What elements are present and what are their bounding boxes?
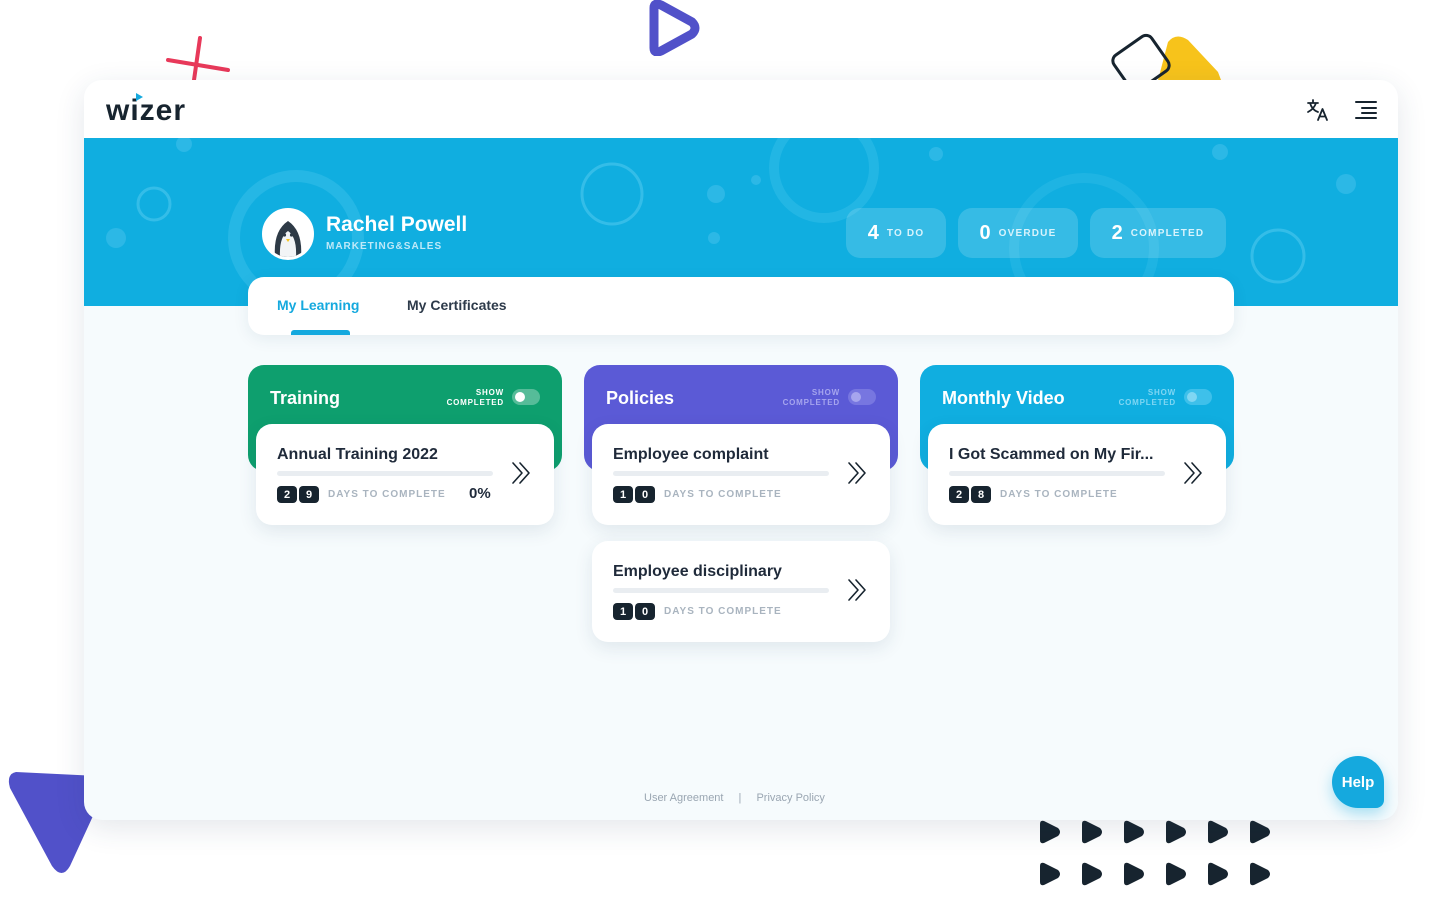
footer-links: User Agreement | Privacy Policy — [644, 792, 825, 804]
stat-completed[interactable]: 2 COMPLETED — [1090, 208, 1226, 258]
course-progress-bar — [613, 471, 829, 476]
course-percent: 0% — [469, 485, 491, 502]
column-title: Policies — [606, 388, 675, 408]
decor-cross-shape — [166, 36, 230, 82]
decor-dots-pattern — [1040, 820, 1270, 886]
show-completed-toggle[interactable] — [1184, 389, 1212, 405]
decor-play-shape — [649, 0, 700, 56]
course-progress-bar — [949, 471, 1165, 476]
stat-overdue-value: 0 — [979, 221, 991, 244]
stat-to-do-label: TO DO — [886, 227, 925, 239]
stat-to-do-value: 4 — [867, 221, 879, 244]
course-progress-bar — [613, 588, 829, 593]
user-agreement-link[interactable]: User Agreement — [644, 792, 723, 804]
course-title: Annual Training 2022 — [277, 446, 438, 463]
tab-my-learning[interactable]: My Learning — [277, 297, 359, 313]
show-completed-label: SHOW COMPLETED — [1118, 388, 1176, 407]
days-digit: 8 — [971, 486, 991, 503]
days-to-complete: 2 9 DAYS TO COMPLETE — [277, 486, 446, 503]
toggle-knob — [1187, 392, 1197, 402]
stat-overdue[interactable]: 0 OVERDUE — [958, 208, 1078, 258]
days-label: DAYS TO COMPLETE — [328, 489, 446, 500]
days-digit: 2 — [949, 486, 969, 503]
course-card[interactable]: Annual Training 2022 2 9 DAYS TO COMPLET… — [256, 424, 554, 525]
tab-bar: My Learning My Certificates — [248, 277, 1234, 335]
toggle-knob — [851, 392, 861, 402]
svg-text:wizer: wizer — [106, 94, 186, 126]
days-label: DAYS TO COMPLETE — [664, 606, 782, 617]
course-card[interactable]: I Got Scammed on My Fir... 2 8 DAYS TO C… — [928, 424, 1226, 525]
course-card[interactable]: Employee complaint 1 0 DAYS TO COMPLETE — [592, 424, 890, 525]
column-title: Monthly Video — [942, 388, 1065, 408]
user-avatar — [262, 208, 314, 260]
show-completed-toggle[interactable] — [512, 389, 540, 405]
stat-completed-label: COMPLETED — [1130, 227, 1205, 239]
course-title: Employee disciplinary — [613, 563, 782, 580]
penguin-avatar-icon — [265, 211, 311, 257]
help-button[interactable]: Help — [1332, 756, 1384, 808]
course-card[interactable]: Employee disciplinary 1 0 DAYS TO COMPLE… — [592, 541, 890, 642]
days-digit: 2 — [277, 486, 297, 503]
days-digit: 0 — [635, 603, 655, 620]
show-completed-label: SHOW COMPLETED — [446, 388, 504, 407]
days-digit: 1 — [613, 603, 633, 620]
days-to-complete: 1 0 DAYS TO COMPLETE — [613, 603, 782, 620]
course-title: I Got Scammed on My Fir... — [949, 446, 1154, 463]
stat-to-do[interactable]: 4 TO DO — [846, 208, 946, 258]
translate-icon[interactable] — [1306, 98, 1330, 122]
double-chevron-right-icon[interactable] — [1182, 460, 1204, 486]
user-department: MARKETING&SALES — [326, 241, 443, 252]
days-to-complete: 1 0 DAYS TO COMPLETE — [613, 486, 782, 503]
active-tab-indicator — [291, 330, 350, 335]
toggle-knob — [515, 392, 525, 402]
show-completed-label: SHOW COMPLETED — [782, 388, 840, 407]
double-chevron-right-icon[interactable] — [846, 577, 868, 603]
days-label: DAYS TO COMPLETE — [664, 489, 782, 500]
column-title: Training — [270, 388, 341, 408]
privacy-policy-link[interactable]: Privacy Policy — [756, 792, 824, 804]
days-digit: 0 — [635, 486, 655, 503]
user-name: Rachel Powell — [326, 213, 468, 236]
menu-lines-icon[interactable] — [1354, 99, 1378, 121]
show-completed-toggle[interactable] — [848, 389, 876, 405]
days-digit: 1 — [613, 486, 633, 503]
app-window: wizer Rachel Powell MARKETING&SALES 4 TO… — [84, 80, 1398, 820]
stat-overdue-label: OVERDUE — [998, 227, 1057, 239]
footer-separator: | — [738, 792, 742, 804]
double-chevron-right-icon[interactable] — [510, 460, 532, 486]
decor-square-shape — [1111, 33, 1224, 88]
wizer-logo[interactable]: wizer — [106, 90, 206, 126]
top-bar: wizer — [84, 80, 1398, 138]
course-progress-bar — [277, 471, 493, 476]
double-chevron-right-icon[interactable] — [846, 460, 868, 486]
course-title: Employee complaint — [613, 446, 769, 463]
stat-completed-value: 2 — [1111, 221, 1123, 244]
days-to-complete: 2 8 DAYS TO COMPLETE — [949, 486, 1118, 503]
tab-my-certificates[interactable]: My Certificates — [407, 297, 507, 313]
days-digit: 9 — [299, 486, 319, 503]
days-label: DAYS TO COMPLETE — [1000, 489, 1118, 500]
